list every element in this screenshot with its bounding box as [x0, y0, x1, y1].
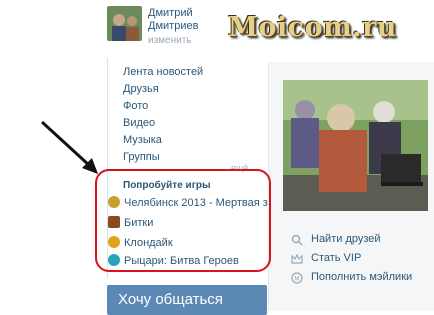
promo-photo[interactable] [283, 80, 428, 211]
nav-news[interactable]: Лента новостей [123, 66, 203, 78]
nav-music[interactable]: Музыка [123, 134, 162, 146]
nav-friends[interactable]: Друзья [123, 83, 159, 95]
find-friends-link[interactable]: Найти друзей [311, 233, 381, 245]
user-first-name[interactable]: Дмитрий [148, 7, 193, 19]
svg-text:M: M [295, 277, 300, 283]
search-icon [291, 234, 303, 246]
cta-label: Хочу общаться [118, 291, 223, 308]
coin-icon: M [291, 272, 303, 284]
nav-groups[interactable]: Группы [123, 151, 160, 163]
nav-photo[interactable]: Фото [123, 100, 148, 112]
highlight-ellipse [95, 169, 271, 272]
watermark-logo: Moicom.ru [228, 12, 397, 43]
nav-video[interactable]: Видео [123, 117, 155, 129]
avatar[interactable] [107, 6, 142, 41]
become-vip-link[interactable]: Стать VIP [311, 252, 361, 264]
user-last-name[interactable]: Дмитриев [148, 20, 198, 32]
crown-icon [291, 253, 303, 264]
arrow-icon [40, 120, 98, 174]
topup-link[interactable]: Пополнить мэйлики [311, 271, 412, 283]
edit-profile-link[interactable]: изменить [148, 35, 192, 46]
